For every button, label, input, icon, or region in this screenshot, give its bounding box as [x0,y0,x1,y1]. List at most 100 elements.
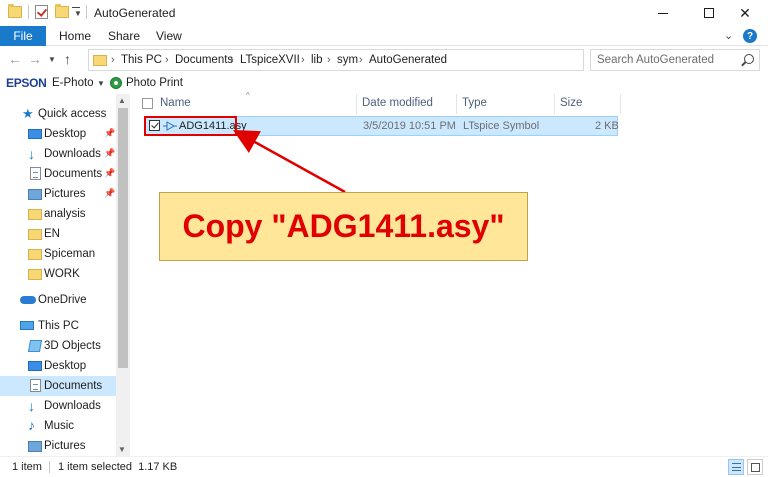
pin-icon: 📌 [104,168,116,178]
selection-info: 1 item selected 1.17 KB [58,461,178,473]
documents-icon [30,167,41,180]
sidebar-item-this-pc[interactable]: This PC [0,316,116,336]
breadcrumb-lib[interactable]: lib [311,54,323,66]
sidebar-item-downloads[interactable]: ↓ Downloads [0,396,116,416]
sidebar-item-en[interactable]: EN [0,224,116,244]
chevron-down-icon[interactable]: ⌄ [724,29,733,42]
search-icon [744,54,754,64]
ephoto-dropdown-icon[interactable]: ▼ [97,79,105,88]
breadcrumb-separator-icon[interactable]: › [230,54,234,66]
photo-print-icon [110,77,122,89]
scroll-down-icon[interactable]: ▼ [118,445,126,454]
pictures-icon [28,189,42,200]
tab-view[interactable]: View [156,29,182,43]
sidebar-item-pictures-pinned[interactable]: Pictures 📌 [0,184,116,204]
column-header-type[interactable]: Type [462,94,556,114]
quick-access-customize-bar [72,7,80,8]
sidebar-item-label: Downloads [44,148,101,160]
sidebar-item-quick-access[interactable]: ★ Quick access [0,104,116,124]
forward-arrow-icon[interactable]: → [28,51,42,67]
minimize-button[interactable] [640,0,686,26]
address-bar[interactable]: › This PC › Documents › LTspiceXVII › li… [88,49,664,71]
star-icon: ★ [22,106,34,121]
select-all-checkbox[interactable] [142,98,153,109]
plugin-toolbar: EPSON E-Photo ▼ Photo Print [0,74,768,94]
sidebar-item-music[interactable]: ♪ Music [0,416,116,436]
pc-icon [20,321,34,330]
sidebar-item-documents-pinned[interactable]: Documents 📌 [0,164,116,184]
breadcrumb-sym[interactable]: sym [337,54,358,66]
column-divider[interactable] [554,94,555,114]
back-arrow-icon[interactable]: ← [8,51,22,67]
minimize-icon [658,12,668,14]
breadcrumb-ltspicexvii[interactable]: LTspiceXVII [240,54,300,66]
sidebar-item-label: Desktop [44,360,87,372]
file-size: 2 KB [595,120,619,132]
sidebar-item-label: Pictures [44,188,86,200]
title-bar: ▼ AutoGenerated ✕ [0,0,768,26]
sidebar-item-desktop[interactable]: Desktop [0,356,116,376]
sidebar-item-downloads-pinned[interactable]: ↓ Downloads 📌 [0,144,116,164]
quick-access-dropdown-icon[interactable]: ▼ [74,9,82,18]
tab-share[interactable]: Share [108,29,140,43]
large-icons-view-icon [751,463,760,472]
breadcrumb-separator-icon[interactable]: › [165,54,169,66]
close-icon: ✕ [739,4,751,21]
file-list: Name ^ Date modified Type Size ADG1411.a… [130,91,768,456]
new-folder-icon[interactable] [55,4,69,18]
sidebar-item-documents[interactable]: Documents [0,376,116,396]
column-divider[interactable] [456,94,457,114]
annotation-highlight-box [144,116,237,136]
navigation-scrollbar[interactable]: ▲ ▼ [116,94,130,456]
sidebar-item-desktop-pinned[interactable]: Desktop 📌 [0,124,116,144]
ephoto-button[interactable]: E-Photo [52,77,94,89]
column-divider[interactable] [620,94,621,114]
recent-locations-icon[interactable]: ▼ [48,55,56,64]
sidebar-item-label: Desktop [44,128,87,140]
scroll-up-icon[interactable]: ▲ [118,96,126,105]
sidebar-item-onedrive[interactable]: OneDrive [0,290,116,310]
pin-icon: 📌 [104,128,116,138]
item-count: 1 item [12,461,42,473]
breadcrumb-this-pc[interactable]: This PC [121,54,162,66]
properties-check-icon[interactable] [35,5,48,19]
tab-home[interactable]: Home [59,29,91,43]
folder-icon [28,209,42,220]
sidebar-item-spiceman[interactable]: Spiceman [0,244,116,264]
divider [86,5,87,19]
sidebar-item-label: OneDrive [38,294,87,306]
desktop-icon [28,361,42,371]
column-header-date-modified[interactable]: Date modified [362,94,456,114]
sidebar-item-label: Quick access [38,108,107,120]
close-button[interactable]: ✕ [722,0,768,26]
up-arrow-icon[interactable]: ↑ [64,51,71,67]
breadcrumb-documents[interactable]: Documents [175,54,233,66]
breadcrumb-separator-icon[interactable]: › [111,54,115,66]
column-label: Size [560,97,583,109]
column-header-size[interactable]: Size [560,94,620,114]
breadcrumb-autogenerated[interactable]: AutoGenerated [369,54,447,66]
sidebar-item-pictures[interactable]: Pictures [0,436,116,456]
scrollbar-thumb[interactable] [118,108,128,368]
sidebar-item-analysis[interactable]: analysis [0,204,116,224]
photo-print-button[interactable]: Photo Print [126,77,183,89]
column-label: Name [160,97,191,109]
details-view-button[interactable] [728,459,744,475]
column-header-name[interactable]: Name ^ [130,91,358,114]
large-icons-view-button[interactable] [747,459,763,475]
sidebar-item-3d-objects[interactable]: 3D Objects [0,336,116,356]
breadcrumb-separator-icon[interactable]: › [359,54,363,66]
download-icon: ↓ [28,146,35,162]
sidebar-item-label: Documents [44,380,103,392]
file-type: LTspice Symbol [463,120,540,132]
search-input[interactable]: Search AutoGenerated [590,49,760,71]
sidebar-item-work[interactable]: WORK [0,264,116,284]
tab-file[interactable]: File [0,26,46,46]
maximize-icon [704,8,714,18]
search-placeholder: Search AutoGenerated [597,54,714,66]
documents-icon [30,379,41,392]
breadcrumb-separator-icon[interactable]: › [301,54,305,66]
breadcrumb-separator-icon[interactable]: › [327,54,331,66]
column-divider[interactable] [356,94,357,114]
help-icon[interactable]: ? [743,29,757,43]
